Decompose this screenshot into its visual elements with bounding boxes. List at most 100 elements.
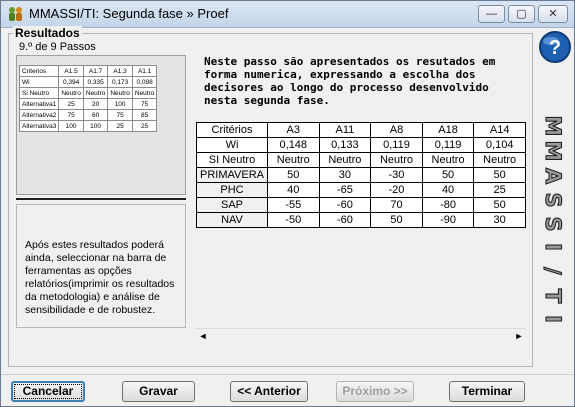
preview-cell: 75 xyxy=(107,109,133,121)
results-table[interactable]: Critérios A3 A11 A8 A18 A14 Wi 0,148 0,1… xyxy=(196,122,526,228)
svg-text:S: S xyxy=(541,216,565,231)
preview-cell: 0,335 xyxy=(82,76,109,88)
preview-cell: 85 xyxy=(131,109,158,121)
column-header[interactable]: A11 xyxy=(318,122,372,138)
table-cell[interactable]: 0,104 xyxy=(473,137,526,153)
svg-text:I: I xyxy=(541,315,565,323)
save-button[interactable]: Gravar xyxy=(122,381,195,402)
preview-cell: A1.7 xyxy=(82,65,109,77)
column-header[interactable]: A3 xyxy=(266,122,320,138)
preview-cell: 100 xyxy=(58,120,84,132)
row-header[interactable]: NAV xyxy=(196,212,268,228)
close-button[interactable]: ✕ xyxy=(538,5,568,23)
maximize-button[interactable]: ▢ xyxy=(508,5,535,23)
row-header[interactable]: SAP xyxy=(196,197,268,213)
svg-text:/: / xyxy=(541,267,565,275)
minimize-button[interactable]: — xyxy=(478,5,505,23)
column-header[interactable]: A14 xyxy=(473,122,526,138)
preview-cell: 60 xyxy=(82,109,109,121)
preview-cell: 20 xyxy=(82,98,109,110)
table-cell[interactable]: -55 xyxy=(266,197,320,213)
table-cell[interactable]: -60 xyxy=(318,212,372,228)
info-text: Após estes resultados poderá ainda, sele… xyxy=(25,239,175,316)
table-cell[interactable]: Neutro xyxy=(266,152,320,168)
row-header[interactable]: PHC xyxy=(196,182,268,198)
preview-cell: 25 xyxy=(131,120,158,132)
info-panel: Após estes resultados poderá ainda, sele… xyxy=(16,204,186,328)
table-cell[interactable]: 50 xyxy=(421,167,475,183)
table-header-row: Critérios A3 A11 A8 A18 A14 xyxy=(196,122,526,138)
table-cell[interactable]: -65 xyxy=(318,182,372,198)
table-cell[interactable]: 0,119 xyxy=(421,137,475,153)
finish-button[interactable]: Terminar xyxy=(449,381,525,402)
table-cell[interactable]: -90 xyxy=(421,212,475,228)
table-cell[interactable]: 0,148 xyxy=(266,137,320,153)
table-cell[interactable]: 40 xyxy=(266,182,320,198)
svg-text:?: ? xyxy=(549,37,561,59)
preview-cell: Neutro xyxy=(107,87,133,99)
table-cell[interactable]: -20 xyxy=(370,182,423,198)
preview-row: Alternativa1 25 20 100 75 xyxy=(18,98,158,110)
preview-cell: 75 xyxy=(58,109,84,121)
column-header[interactable]: A18 xyxy=(421,122,475,138)
preview-cell: 0,098 xyxy=(131,76,158,88)
intro-text: Neste passo são apresentados os resutado… xyxy=(204,55,496,107)
preview-cell: 0,394 xyxy=(58,76,84,88)
table-cell[interactable]: -50 xyxy=(266,212,320,228)
preview-cell: 100 xyxy=(107,98,133,110)
column-header[interactable]: A8 xyxy=(370,122,423,138)
scroll-left-icon[interactable]: ◄ xyxy=(197,331,209,342)
preview-cell: Si Neutro xyxy=(18,87,60,99)
title-bar[interactable]: MMASSI/TI: Segunda fase » Proef — ▢ ✕ xyxy=(1,1,574,28)
table-cell[interactable]: 70 xyxy=(370,197,423,213)
group-legend: Resultados xyxy=(13,26,82,40)
next-button[interactable]: Próximo >> xyxy=(336,381,414,402)
table-cell[interactable]: 30 xyxy=(318,167,372,183)
previous-button[interactable]: << Anterior xyxy=(230,381,308,402)
table-cell[interactable]: 50 xyxy=(473,197,526,213)
preview-cell: Alternativa1 xyxy=(18,98,60,110)
window-title: MMASSI/TI: Segunda fase » Proef xyxy=(29,6,229,21)
table-cell[interactable]: 50 xyxy=(370,212,423,228)
svg-text:S: S xyxy=(541,192,565,207)
table-cell[interactable]: Neutro xyxy=(318,152,372,168)
table-cell[interactable]: Wi xyxy=(196,137,268,153)
table-row: PRIMAVERA 50 30 -30 50 50 xyxy=(196,167,526,183)
table-cell[interactable]: -30 xyxy=(370,167,423,183)
row-header[interactable]: PRIMAVERA xyxy=(196,167,268,183)
help-icon[interactable]: ? xyxy=(537,29,573,65)
horizontal-scrollbar[interactable]: ◄ ► xyxy=(196,328,526,343)
table-cell[interactable]: 25 xyxy=(473,182,526,198)
table-cell[interactable]: 0,119 xyxy=(370,137,423,153)
preview-image: Criterios A1.5 A1.7 A1.3 A1.1 Wi 0,394 0… xyxy=(16,55,186,195)
svg-text:M: M xyxy=(541,116,565,137)
table-cell[interactable]: 0,133 xyxy=(318,137,372,153)
table-cell[interactable]: -60 xyxy=(318,197,372,213)
cancel-button[interactable]: Cancelar xyxy=(11,381,85,402)
preview-row: Alternativa3 100 100 25 25 xyxy=(18,120,158,132)
step-counter: 9.º de 9 Passos xyxy=(19,41,96,53)
svg-text:I: I xyxy=(541,243,565,251)
footer-divider xyxy=(1,374,574,375)
table-cell[interactable]: Neutro xyxy=(421,152,475,168)
table-cell[interactable]: -80 xyxy=(421,197,475,213)
neutral-row: SI Neutro Neutro Neutro Neutro Neutro Ne… xyxy=(196,152,526,168)
svg-text:M: M xyxy=(541,141,565,162)
scroll-right-icon[interactable]: ► xyxy=(513,331,525,342)
table-cell[interactable]: 50 xyxy=(266,167,320,183)
preview-cell: Neutro xyxy=(131,87,158,99)
preview-table: Criterios A1.5 A1.7 A1.3 A1.1 Wi 0,394 0… xyxy=(18,65,158,132)
table-cell[interactable]: 40 xyxy=(421,182,475,198)
column-header[interactable]: Critérios xyxy=(196,122,268,138)
preview-cell: Criterios xyxy=(18,65,60,77)
table-row: SAP -55 -60 70 -80 50 xyxy=(196,197,526,213)
table-cell[interactable]: Neutro xyxy=(370,152,423,168)
results-grid-container[interactable]: Critérios A3 A11 A8 A18 A14 Wi 0,148 0,1… xyxy=(196,122,526,327)
table-cell[interactable]: 30 xyxy=(473,212,526,228)
app-people-icon xyxy=(9,7,22,21)
table-cell[interactable]: 50 xyxy=(473,167,526,183)
divider xyxy=(16,198,186,200)
table-cell[interactable]: SI Neutro xyxy=(196,152,268,168)
table-cell[interactable]: Neutro xyxy=(473,152,526,168)
preview-cell: Neutro xyxy=(58,87,84,99)
